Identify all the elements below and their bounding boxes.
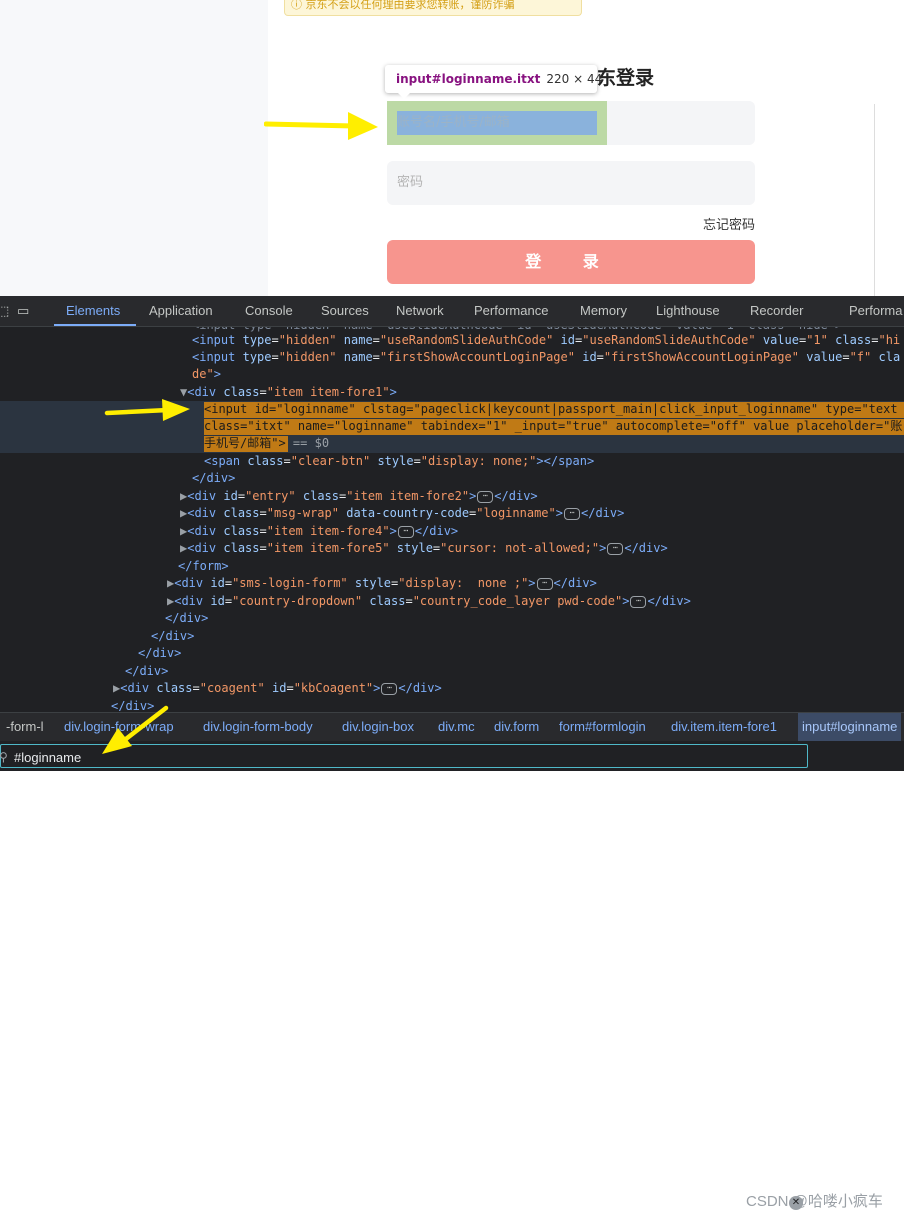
fraud-notice: ⓘ 京东不会以任何理由要求您转账，谨防诈骗 xyxy=(284,0,582,16)
tab-memory[interactable]: Memory xyxy=(580,296,627,326)
dom-tree: <input type="hidden" name="useSlideAuthC… xyxy=(0,327,904,711)
tab-application[interactable]: Application xyxy=(149,296,213,326)
yellow-arrow-icon xyxy=(264,112,378,140)
breadcrumb-item[interactable]: div.form xyxy=(494,713,539,741)
close-icon[interactable]: ✕ xyxy=(789,1196,803,1210)
dom-line[interactable]: ▶<div id="entry" class="item item-fore2"… xyxy=(180,488,538,506)
dom-line[interactable]: <input type="hidden" name="firstShowAcco… xyxy=(192,349,900,367)
tab-console[interactable]: Console xyxy=(245,296,293,326)
tooltip-arrow xyxy=(397,92,411,99)
breadcrumb-item[interactable]: -form-l xyxy=(6,713,44,741)
dom-line[interactable]: </div> xyxy=(192,470,235,488)
active-tab-indicator xyxy=(54,324,136,326)
tab-elements[interactable]: Elements xyxy=(66,296,120,326)
forgot-password-link[interactable]: 忘记密码 xyxy=(687,214,755,233)
dom-line[interactable]: ▼<div class="item item-fore1"> xyxy=(180,384,397,402)
login-button[interactable]: 登 录 xyxy=(387,240,755,284)
dom-line[interactable]: </div> xyxy=(165,610,208,628)
login-page: ⓘ 京东不会以任何理由要求您转账，谨防诈骗 京东登录 账号名/手机号/邮箱 in… xyxy=(0,0,904,296)
dom-line[interactable]: ▶<div id="country-dropdown" class="count… xyxy=(167,593,691,611)
dom-line[interactable]: </div> xyxy=(138,645,181,663)
dom-line[interactable]: ▶<div class="coagent" id="kbCoagent"> ⋯ </… xyxy=(113,680,442,698)
dom-line[interactable]: ▶<div class="msg-wrap" data-country-code… xyxy=(180,505,624,523)
breadcrumb-item-active[interactable]: input#loginname xyxy=(798,713,902,741)
devtools-tabbar: ⬚ ▭ Elements Application Console Sources… xyxy=(0,296,904,327)
device-toolbar-icon[interactable]: ▭ xyxy=(17,304,29,319)
search-icon: ⚲ xyxy=(0,750,8,764)
tab-performance[interactable]: Performance xyxy=(474,296,548,326)
breadcrumb-item[interactable]: div.login-form-body xyxy=(203,713,313,741)
breadcrumb-item[interactable]: div.mc xyxy=(438,713,475,741)
dom-line[interactable]: de"> xyxy=(192,366,221,384)
dom-line-selected[interactable]: <input id="loginname" clstag="pageclick|… xyxy=(204,401,898,419)
dom-line[interactable]: </form> xyxy=(178,558,229,576)
watermark: CSDN @哈喽小疯车 xyxy=(746,1193,883,1210)
tab-lighthouse[interactable]: Lighthouse xyxy=(656,296,720,326)
tab-recorder[interactable]: Recorder xyxy=(750,296,803,326)
dom-line[interactable]: </div> xyxy=(151,628,194,646)
password-field[interactable]: 密码 xyxy=(387,161,755,205)
tooltip-size: 220 × 44 xyxy=(546,72,603,86)
inspect-tooltip: input#loginname.itxt 220 × 44 xyxy=(385,65,602,93)
dom-line[interactable]: ▶<div class="item item-fore4"> ⋯ </div> xyxy=(180,523,458,541)
username-placeholder: 账号名/手机号/邮箱 xyxy=(397,115,510,130)
yellow-arrow-icon xyxy=(104,399,190,421)
dom-line[interactable]: <span class="clear-btn" style="display: … xyxy=(204,453,594,471)
dom-line-selected[interactable]: class="itxt" name="loginname" tabindex="… xyxy=(204,418,902,436)
breadcrumb-item[interactable]: div.login-box xyxy=(342,713,414,741)
left-background xyxy=(0,0,268,296)
dom-line[interactable]: <input type="hidden" name="useRandomSlid… xyxy=(192,332,900,350)
tab-sources[interactable]: Sources xyxy=(321,296,369,326)
divider xyxy=(874,104,875,296)
dom-line[interactable]: </div> xyxy=(125,663,168,681)
search-value: #loginname xyxy=(14,750,82,765)
breadcrumb-item[interactable]: div.item.item-fore1 xyxy=(671,713,777,741)
yellow-arrow-icon xyxy=(102,705,169,754)
dom-line[interactable]: ▶<div id="sms-login-form" style="display… xyxy=(167,575,597,593)
tab-network[interactable]: Network xyxy=(396,296,444,326)
dom-line-selected[interactable]: 手机号/邮箱"> == $0 xyxy=(204,435,329,453)
notice-icon: ⓘ xyxy=(291,0,306,11)
tab-performance-insights[interactable]: Performa xyxy=(849,296,902,326)
inspect-icon[interactable]: ⬚ xyxy=(0,304,9,319)
breadcrumb-item[interactable]: form#formlogin xyxy=(559,713,646,741)
dom-line[interactable]: ▶<div class="item item-fore5" style="cur… xyxy=(180,540,668,558)
tooltip-selector: input#loginname.itxt xyxy=(396,72,541,86)
devtools-panel: ⬚ ▭ Elements Application Console Sources… xyxy=(0,296,904,1210)
